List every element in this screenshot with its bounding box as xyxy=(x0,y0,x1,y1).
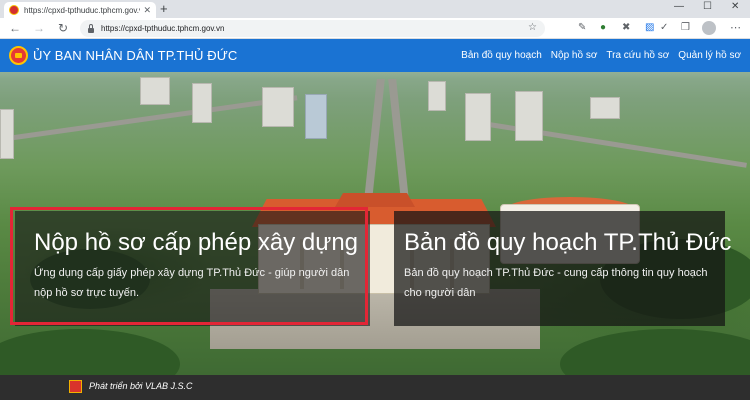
highlight-box xyxy=(10,207,368,325)
road xyxy=(469,119,747,168)
maximize-icon[interactable]: ☐ xyxy=(703,1,712,12)
url-text: https://cpxd-tpthuduc.tphcm.gov.vn xyxy=(101,24,225,33)
browser-toolbar: ← → ↻ https://cpxd-tpthuduc.tphcm.gov.vn… xyxy=(0,18,750,39)
nav-item-lookup-application[interactable]: Tra cứu hồ sơ xyxy=(606,50,669,61)
forward-arrow-icon[interactable]: → xyxy=(33,21,45,35)
bookmark-star-icon[interactable]: ☆ xyxy=(528,22,537,33)
site-footer: Phát triển bởi VLAB J.S.C xyxy=(0,375,750,400)
building xyxy=(192,83,212,123)
building xyxy=(0,109,14,159)
site-header: ỦY BAN NHÂN DÂN TP.THỦ ĐỨC Bản đồ quy ho… xyxy=(0,39,750,72)
card-title[interactable]: Bản đồ quy hoạch TP.Thủ Đức xyxy=(404,229,731,257)
tab-title: https://cpxd-tpthuduc.tphcm.gov.vn xyxy=(24,5,140,15)
site-favicon-icon xyxy=(9,5,19,15)
tab-close-icon[interactable]: ✕ xyxy=(143,5,151,16)
web-page: ỦY BAN NHÂN DÂN TP.THỦ ĐỨC Bản đồ quy ho… xyxy=(0,39,750,400)
tree-cluster xyxy=(560,329,750,375)
footer-credit: Phát triển bởi VLAB J.S.C xyxy=(89,381,193,391)
building xyxy=(465,93,491,141)
building xyxy=(262,87,294,127)
building xyxy=(515,91,543,141)
nav-item-submit-application[interactable]: Nộp hồ sơ xyxy=(551,50,598,61)
extension-badge-icon[interactable]: ▨ xyxy=(645,22,654,34)
collections-icon[interactable]: ❒ xyxy=(681,22,690,34)
x-extension-icon[interactable]: ✖ xyxy=(622,22,630,34)
palace-roof-top xyxy=(335,193,415,207)
lock-icon[interactable] xyxy=(88,23,94,33)
building xyxy=(140,77,170,105)
site-title[interactable]: ỦY BAN NHÂN DÂN TP.THỦ ĐỨC xyxy=(33,48,237,63)
browser-window: https://cpxd-tpthuduc.tphcm.gov.vn ✕ + —… xyxy=(0,0,750,400)
main-nav: Bản đồ quy hoạch Nộp hồ sơ Tra cứu hồ sơ… xyxy=(461,50,750,61)
card-description: Bản đồ quy hoạch TP.Thủ Đức - cung cấp t… xyxy=(404,267,708,299)
card-planning-map[interactable]: Bản đồ quy hoạch TP.Thủ Đức Bản đồ quy h… xyxy=(394,211,731,326)
new-tab-button[interactable]: + xyxy=(160,2,168,16)
avatar[interactable] xyxy=(702,21,716,35)
nav-item-manage-application[interactable]: Quản lý hồ sơ xyxy=(678,50,741,61)
reload-icon[interactable]: ↻ xyxy=(58,21,68,35)
building xyxy=(305,94,327,139)
building xyxy=(590,97,620,119)
building xyxy=(428,81,446,111)
road xyxy=(363,79,385,209)
address-bar[interactable]: https://cpxd-tpthuduc.tphcm.gov.vn ☆ xyxy=(80,20,545,37)
more-menu-icon[interactable]: ⋯ xyxy=(730,21,741,34)
check-extension-icon[interactable]: ✓ xyxy=(660,22,668,34)
minimize-icon[interactable]: — xyxy=(674,1,684,12)
browser-tab[interactable]: https://cpxd-tpthuduc.tphcm.gov.vn ✕ xyxy=(4,2,156,18)
vlab-logo-icon xyxy=(69,380,82,393)
shield-extension-icon[interactable]: ● xyxy=(600,22,606,34)
road xyxy=(388,79,410,209)
city-logo-icon[interactable] xyxy=(9,46,28,65)
window-close-icon[interactable]: ✕ xyxy=(731,1,739,12)
back-arrow-icon[interactable]: ← xyxy=(9,21,21,35)
tab-strip: https://cpxd-tpthuduc.tphcm.gov.vn ✕ + —… xyxy=(0,0,750,18)
tree-cluster xyxy=(0,329,180,375)
nav-item-planning-map[interactable]: Bản đồ quy hoạch xyxy=(461,50,542,61)
eyedropper-extension-icon[interactable]: ✎ xyxy=(578,22,586,34)
